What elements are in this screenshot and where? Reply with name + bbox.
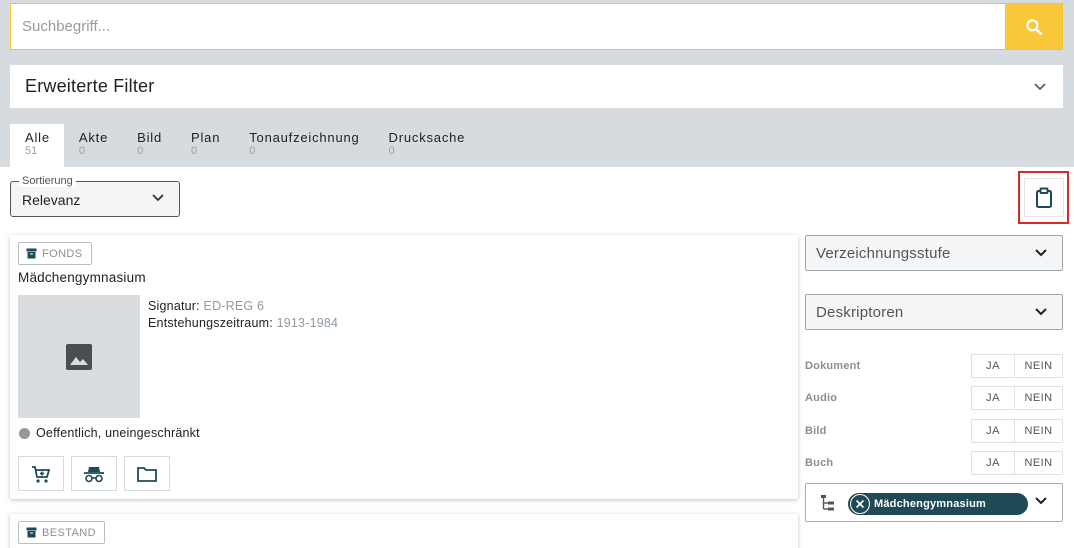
tab-label: Drucksache (388, 130, 466, 145)
image-placeholder-icon (66, 343, 92, 370)
type-badge-label: FONDS (42, 247, 83, 260)
sort-value: Relevanz (22, 192, 81, 208)
tab-count: 0 (249, 145, 256, 157)
descriptor-dropdown-label: Deskriptoren (816, 303, 904, 321)
clipboard-button[interactable] (1024, 178, 1064, 217)
incognito-button[interactable] (71, 456, 117, 491)
chevron-down-icon (1035, 249, 1047, 257)
period-value: 1913-1984 (276, 316, 339, 330)
type-badge: FONDS (18, 242, 92, 265)
add-to-cart-button[interactable] (18, 456, 64, 491)
result-card[interactable]: FONDS Mädchengymnasium Signatur: ED-REG … (10, 235, 798, 499)
tree-chip: Mädchengymnasium (848, 493, 1028, 515)
tab-akte[interactable]: Akte 0 (64, 124, 122, 167)
yes-button[interactable]: JA (971, 451, 1015, 475)
type-badge: BESTAND (18, 521, 105, 544)
chevron-down-icon (1035, 308, 1047, 316)
search-icon (1025, 18, 1042, 35)
folder-icon (137, 466, 157, 482)
results-area: Sortierung Relevanz FONDS Mädchengymnasi… (0, 167, 1074, 548)
folder-button[interactable] (124, 456, 170, 491)
tab-label: Akte (78, 130, 109, 145)
close-icon (855, 499, 865, 509)
tab-count: 0 (78, 145, 86, 157)
result-thumbnail (18, 295, 140, 418)
type-badge-label: BESTAND (42, 526, 96, 539)
advanced-filter-panel[interactable]: Erweiterte Filter (10, 65, 1063, 108)
tree-filter[interactable]: Mädchengymnasium (805, 483, 1063, 522)
type-tabs: Alle 51 Akte 0 Bild 0 Plan 0 Tonaufzeich… (10, 124, 479, 167)
archive-box-icon (26, 248, 37, 259)
tab-bild[interactable]: Bild 0 (122, 124, 176, 167)
cart-icon (32, 465, 51, 483)
sort-legend: Sortierung (19, 175, 76, 187)
tab-label: Plan (191, 130, 221, 145)
archive-box-icon (26, 527, 37, 538)
yes-button[interactable]: JA (971, 354, 1015, 378)
tab-plan[interactable]: Plan 0 (176, 124, 234, 167)
search-button[interactable] (1005, 4, 1062, 49)
tab-label: Bild (137, 130, 162, 145)
tab-count: 51 (25, 145, 38, 157)
tab-count: 0 (388, 145, 395, 157)
no-button[interactable]: NEIN (1015, 386, 1063, 410)
toggle-label: Buch (805, 457, 834, 469)
sort-select[interactable]: Sortierung Relevanz (10, 175, 180, 217)
status-dot (19, 427, 30, 439)
yes-button[interactable]: JA (971, 386, 1015, 410)
toggle-row-dokument: Dokument JA NEIN (805, 354, 1063, 378)
yes-button[interactable]: JA (971, 419, 1015, 443)
chip-remove-button[interactable] (850, 494, 870, 514)
tab-drucksache[interactable]: Drucksache 0 (374, 124, 480, 167)
level-dropdown-label: Verzeichnungsstufe (816, 244, 951, 262)
descriptor-dropdown[interactable]: Deskriptoren (805, 294, 1063, 330)
level-dropdown[interactable]: Verzeichnungsstufe (805, 235, 1063, 271)
no-button[interactable]: NEIN (1015, 354, 1063, 378)
signature-value: ED-REG 6 (203, 299, 265, 313)
toggle-label: Dokument (805, 360, 861, 372)
result-actions (18, 456, 170, 491)
tab-alle[interactable]: Alle 51 (10, 124, 64, 167)
toggle-label: Bild (805, 425, 827, 437)
advanced-filter-title: Erweiterte Filter (25, 76, 155, 96)
tree-structure-icon (821, 495, 834, 511)
result-metadata: Signatur: ED-REG 6 Entstehungszeitraum: … (148, 298, 338, 332)
tab-count: 0 (191, 145, 198, 157)
tab-count: 0 (137, 145, 144, 157)
search-bar (10, 3, 1063, 50)
toggle-row-audio: Audio JA NEIN (805, 386, 1063, 410)
toggle-label: Audio (805, 392, 838, 404)
period-label: Entstehungszeitraum: (148, 316, 273, 330)
result-title[interactable]: Mädchengymnasium (18, 270, 146, 285)
search-input[interactable] (11, 4, 1005, 49)
toggle-row-bild: Bild JA NEIN (805, 419, 1063, 443)
chevron-down-icon (1034, 82, 1046, 90)
chevron-down-icon (152, 194, 164, 202)
result-card[interactable]: BESTAND (10, 514, 798, 548)
toggle-row-buch: Buch JA NEIN (805, 451, 1063, 475)
signature-label: Signatur: (148, 299, 200, 313)
incognito-icon (84, 466, 104, 482)
no-button[interactable]: NEIN (1015, 451, 1063, 475)
access-text: Oeffentlich, uneingeschränkt (36, 426, 200, 440)
tab-tonaufzeichnung[interactable]: Tonaufzeichnung 0 (234, 124, 373, 167)
tab-label: Alle (25, 130, 50, 145)
tree-chip-label: Mädchengymnasium (874, 498, 987, 510)
clipboard-highlight (1018, 171, 1069, 224)
clipboard-icon (1036, 187, 1052, 208)
access-status: Oeffentlich, uneingeschränkt (19, 426, 200, 440)
tab-label: Tonaufzeichnung (249, 130, 360, 145)
no-button[interactable]: NEIN (1015, 419, 1063, 443)
chevron-down-icon[interactable] (1034, 496, 1048, 506)
